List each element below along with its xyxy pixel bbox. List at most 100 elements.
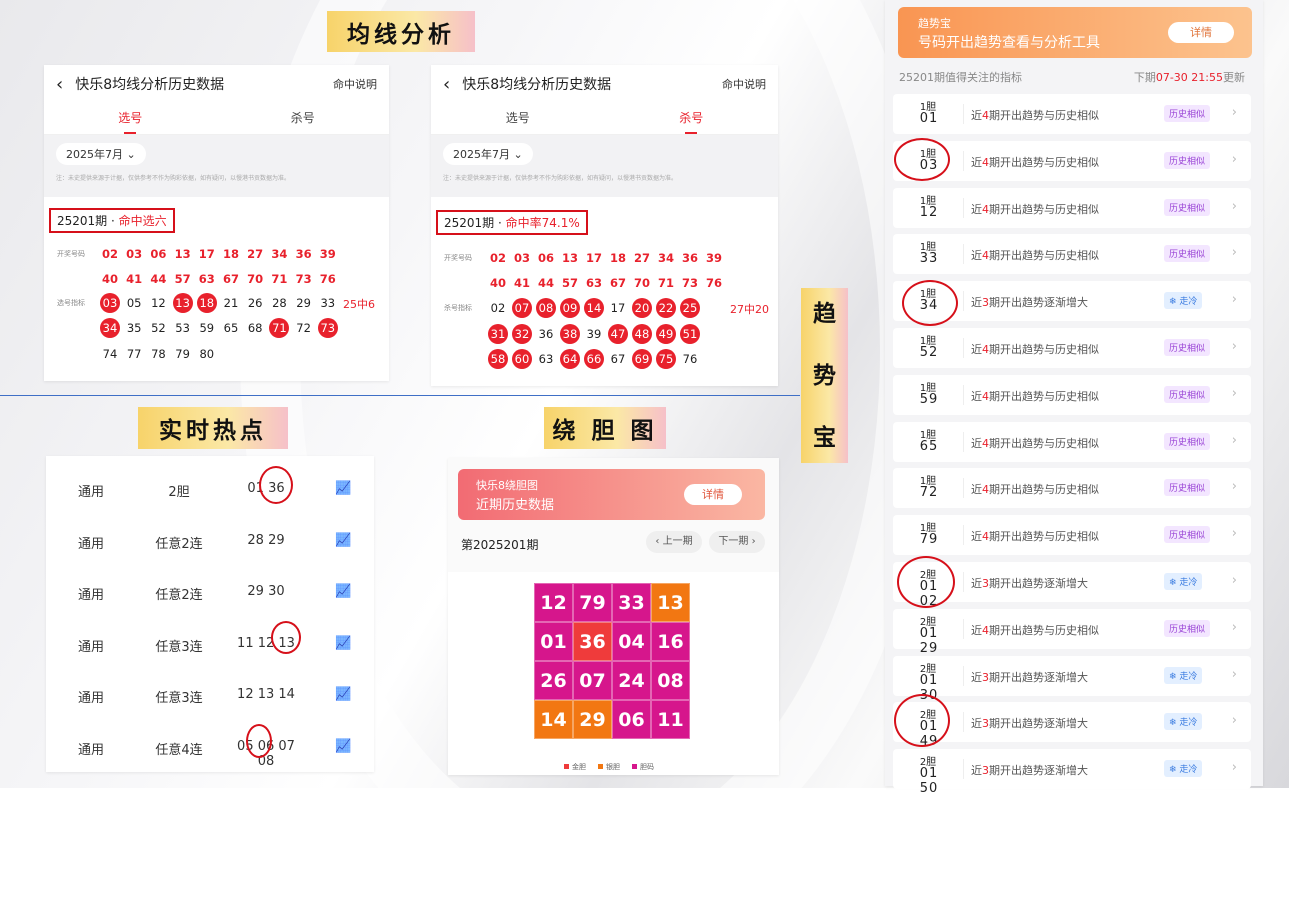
item-number: 01 29: [919, 625, 939, 656]
prev-button[interactable]: ‹ 上一期: [646, 531, 702, 553]
item-number: 12: [919, 204, 939, 220]
number-item: 36: [295, 247, 312, 261]
desc-post: 期开出趋势逐渐增大: [989, 296, 1088, 310]
row-kind: 任意4连: [155, 742, 203, 758]
hit-ball: 73: [317, 318, 338, 338]
detail-button[interactable]: 详情: [684, 484, 742, 505]
tag-history-similar: 历史相似: [1164, 479, 1211, 497]
trend-item[interactable]: 2胆 01 50 近3期开出趋势逐渐增大 ❄ 走冷 ›: [893, 749, 1251, 796]
trend-item[interactable]: 1胆 01 近4期开出趋势与历史相似 历史相似 ›: [893, 94, 1251, 134]
legend-label: 银胆: [606, 763, 620, 771]
page-title: 快乐8均线分析历史数据: [75, 77, 225, 93]
detail-button[interactable]: 详情: [1168, 22, 1234, 43]
legend-label: 金胆: [572, 763, 586, 771]
desc-count: 4: [982, 623, 989, 637]
desc-count: 4: [982, 530, 989, 544]
hit-ball: 34: [100, 318, 120, 338]
help-link[interactable]: 命中说明: [333, 76, 377, 92]
hot-row[interactable]: 通用 任意2连 29 30 📈: [46, 566, 376, 617]
desc-post: 期开出趋势逐渐增大: [989, 764, 1088, 778]
issue-label: 25201期 ·: [444, 216, 506, 230]
dan-banner-sub: 近期历史数据: [476, 498, 555, 513]
legend-label: 胆码: [640, 763, 654, 771]
chart-icon[interactable]: 📈: [335, 739, 351, 754]
item-desc: 近4期开出趋势与历史相似: [971, 341, 1099, 357]
month-select[interactable]: 2025年7月 ⌄: [56, 143, 146, 165]
chevron-right-icon: ›: [1231, 666, 1237, 682]
tag-history-similar: 历史相似: [1164, 151, 1211, 169]
trend-item[interactable]: 1胆 33 近4期开出趋势与历史相似 历史相似 ›: [893, 234, 1251, 275]
tag-cooling: ❄ 走冷: [1164, 760, 1203, 778]
trend-item[interactable]: 2胆 01 29 近4期开出趋势与历史相似 历史相似 ›: [893, 608, 1251, 656]
hot-row[interactable]: 通用 任意3连 11 12 13 📈: [46, 618, 376, 669]
desc-pre: 近: [971, 109, 982, 122]
item-number: 79: [919, 532, 939, 548]
tab-pick[interactable]: 选号: [431, 103, 605, 134]
number-item: 33: [320, 296, 336, 310]
desc-count: 3: [982, 670, 989, 684]
trend-item[interactable]: 1胆 79 近4期开出趋势与历史相似 历史相似 ›: [893, 515, 1251, 556]
tag-history-similar: 历史相似: [1164, 619, 1211, 637]
trend-item[interactable]: 1胆 72 近4期开出趋势与历史相似 历史相似 ›: [893, 468, 1251, 509]
tab-kill[interactable]: 杀号: [217, 103, 390, 134]
legend-swatch: [564, 764, 569, 769]
number-item: 27: [633, 251, 650, 265]
hit-ball: 58: [488, 349, 508, 369]
tab-kill[interactable]: 杀号: [605, 103, 779, 134]
trend-item[interactable]: 1胆 52 近4期开出趋势与历史相似 历史相似 ›: [893, 328, 1251, 368]
highlight-circle: [897, 556, 955, 608]
hot-row[interactable]: 通用 任意2连 28 29 📈: [46, 515, 376, 566]
desc-count: 3: [982, 296, 989, 310]
chart-icon[interactable]: 📈: [335, 584, 351, 599]
item-desc: 近4期开出趋势与历史相似: [971, 247, 1099, 263]
desc-pre: 近: [971, 202, 982, 216]
hot-row[interactable]: 通用 任意4连 05 06 07 08 📈: [46, 721, 376, 772]
number-item: 05: [126, 296, 142, 310]
label-pick: 选号指标: [57, 299, 85, 307]
chart-icon[interactable]: 📈: [335, 533, 351, 548]
dan-cell: 04: [612, 622, 651, 661]
number-item: 34: [271, 247, 288, 261]
item-desc: 近4期开出趋势与历史相似: [971, 388, 1099, 404]
desc-pre: 近: [971, 670, 982, 684]
hit-ball: 20: [632, 298, 652, 318]
tag-history-similar: 历史相似: [1164, 526, 1211, 544]
chart-icon[interactable]: 📈: [335, 481, 351, 496]
desc-count: 4: [982, 202, 989, 216]
trend-item[interactable]: 2胆 01 30 近3期开出趋势逐渐增大 ❄ 走冷 ›: [893, 655, 1251, 703]
highlight-circle: [894, 138, 950, 181]
dan-cell: 29: [573, 700, 612, 739]
legend-swatch: [632, 764, 637, 769]
dan-cell: 33: [612, 583, 651, 622]
tab-pick[interactable]: 选号: [44, 103, 217, 134]
number-item: 65: [223, 321, 239, 335]
hit-ball: 38: [560, 324, 580, 344]
trend-item[interactable]: 1胆 65 近4期开出趋势与历史相似 历史相似 ›: [893, 421, 1251, 462]
row-type: 通用: [78, 588, 105, 603]
row-kind: 2胆: [168, 485, 190, 500]
chart-icon[interactable]: 📈: [335, 687, 351, 702]
number-item: 02: [489, 251, 506, 265]
next-button[interactable]: 下一期 ›: [709, 531, 765, 553]
dan-cell: 14: [534, 700, 573, 739]
heading-trend-bao: 趋势宝: [801, 288, 848, 463]
help-link[interactable]: 命中说明: [722, 76, 766, 92]
back-icon[interactable]: ‹: [56, 74, 63, 95]
month-value: 2025年7月: [453, 148, 510, 161]
hot-row[interactable]: 通用 任意3连 12 13 14 📈: [46, 669, 376, 720]
number-item: 70: [247, 272, 264, 286]
heading-trend-char2: 势: [813, 362, 836, 389]
month-select[interactable]: 2025年7月 ⌄: [443, 143, 533, 165]
hit-ball: 07: [512, 298, 532, 318]
chart-icon[interactable]: 📈: [335, 636, 351, 651]
hot-row[interactable]: 通用 2胆 01 36 📈: [46, 463, 376, 514]
trend-item[interactable]: 1胆 12 近4期开出趋势与历史相似 历史相似 ›: [893, 187, 1251, 228]
dan-cell: 01: [534, 622, 573, 661]
desc-count: 4: [982, 483, 989, 497]
separator: [963, 150, 964, 171]
desc-pre: 近: [971, 483, 982, 497]
desc-pre: 近: [971, 389, 982, 403]
back-icon[interactable]: ‹: [443, 74, 450, 95]
hit-ball: 48: [632, 324, 652, 344]
trend-item[interactable]: 1胆 59 近4期开出趋势与历史相似 历史相似 ›: [893, 374, 1251, 415]
